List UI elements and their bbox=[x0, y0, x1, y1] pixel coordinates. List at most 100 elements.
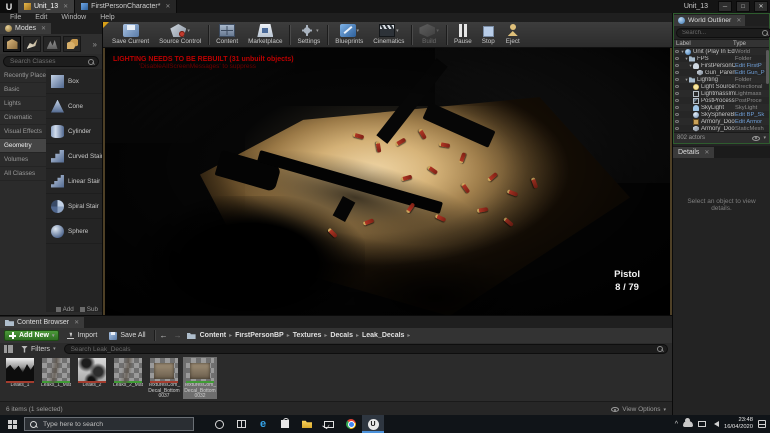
outliner-row-lightmassimpo[interactable]: LightmassImpoLightmass bbox=[674, 90, 769, 97]
back-button[interactable]: ← bbox=[159, 331, 169, 340]
path-picker-icon[interactable] bbox=[186, 333, 196, 339]
outliner-row-lighting[interactable]: ▾ Lighting Folder bbox=[674, 76, 769, 83]
modes-search-box[interactable] bbox=[3, 56, 99, 67]
taskbar-app-file-explorer[interactable] bbox=[296, 415, 318, 433]
tab-content-browser[interactable]: Content Browser ✕ bbox=[0, 317, 85, 328]
modes-category-visual-effects[interactable]: Visual Effects bbox=[0, 125, 46, 139]
hidden-icons-chevron[interactable]: ^ bbox=[675, 421, 678, 428]
close-button[interactable]: ✕ bbox=[754, 1, 768, 12]
maximize-button[interactable]: □ bbox=[736, 1, 750, 12]
taskbar-search-box[interactable] bbox=[24, 417, 194, 431]
landscape-mode-button[interactable] bbox=[43, 36, 61, 52]
tab-world-outliner[interactable]: World Outliner ✕ bbox=[674, 15, 746, 26]
add-new-button[interactable]: Add New ▾ bbox=[4, 330, 60, 341]
visibility-eye-icon[interactable] bbox=[675, 106, 679, 109]
eject-button[interactable]: Eject bbox=[500, 23, 526, 46]
taskbar-app-chrome[interactable] bbox=[340, 415, 362, 433]
breadcrumb-decals[interactable]: Decals bbox=[330, 332, 353, 339]
outliner-row-skylight[interactable]: SkyLight SkyLight bbox=[674, 104, 769, 111]
blueprints-button[interactable]: ▾ Blueprints bbox=[330, 23, 368, 46]
breadcrumb-textures[interactable]: Textures bbox=[293, 332, 322, 339]
marketplace-button[interactable]: Marketplace bbox=[243, 23, 287, 46]
filters-button[interactable]: Filters ▾ bbox=[17, 345, 60, 354]
close-tab-icon[interactable]: ✕ bbox=[63, 3, 68, 10]
import-button[interactable]: Import bbox=[63, 331, 101, 340]
close-tab-icon[interactable]: ✕ bbox=[41, 25, 46, 32]
breadcrumb-leak_decals[interactable]: Leak_Decals bbox=[362, 332, 404, 339]
taskbar-app-unreal[interactable]: U bbox=[362, 415, 384, 433]
placeable-item-cylinder[interactable]: Cylinder bbox=[46, 119, 102, 144]
close-tab-icon[interactable]: ✕ bbox=[74, 319, 79, 326]
placeable-item-cone[interactable]: Cone bbox=[46, 94, 102, 119]
type-column-header[interactable]: Type bbox=[733, 41, 767, 47]
outliner-search-input[interactable] bbox=[680, 28, 762, 37]
visibility-eye-icon[interactable] bbox=[675, 92, 679, 95]
forward-button[interactable]: → bbox=[173, 331, 183, 340]
taskbar-app-store[interactable] bbox=[274, 415, 296, 433]
outliner-row-armory-door-upc[interactable]: Armory_Door_UpcStaticMesh bbox=[674, 125, 769, 132]
breadcrumb-firstpersonbp[interactable]: FirstPersonBP bbox=[235, 332, 284, 339]
foliage-mode-button[interactable] bbox=[63, 36, 81, 52]
expander-icon[interactable]: ▾ bbox=[684, 77, 689, 83]
close-tab-icon[interactable]: ✕ bbox=[736, 17, 741, 24]
visibility-eye-icon[interactable] bbox=[675, 85, 679, 88]
menu-item-window[interactable]: Window bbox=[55, 14, 92, 21]
outliner-view-options-button[interactable]: ▾ bbox=[752, 135, 766, 141]
modes-category-all-classes[interactable]: All Classes bbox=[0, 167, 46, 181]
content-button[interactable]: Content bbox=[211, 23, 243, 46]
modes-category-geometry[interactable]: Geometry bbox=[0, 139, 46, 153]
action-center-icon[interactable] bbox=[758, 420, 766, 428]
visibility-eye-icon[interactable] bbox=[675, 78, 679, 81]
content-browser-search-box[interactable] bbox=[63, 344, 668, 354]
place-mode-button[interactable] bbox=[3, 36, 21, 52]
source-control-button[interactable]: ▾ Source Control bbox=[154, 23, 206, 46]
outliner-row-firstpersoncha[interactable]: ▾FirstPersonChaEdit FirstP bbox=[674, 62, 769, 69]
modes-category-recently-placed[interactable]: Recently Placed bbox=[0, 69, 46, 83]
expander-icon[interactable]: ▾ bbox=[684, 56, 689, 62]
save-all-button[interactable]: Save All bbox=[105, 331, 149, 341]
volume-icon[interactable] bbox=[711, 421, 719, 427]
content-browser-search-input[interactable] bbox=[68, 344, 657, 354]
visibility-eye-icon[interactable] bbox=[675, 71, 679, 74]
taskbar-clock[interactable]: 23:48 16/04/2020 bbox=[724, 417, 753, 431]
outliner-row-unit-play-in-editor-[interactable]: ▾Unit (Play In Editor)World bbox=[674, 48, 769, 55]
tab-level-unit13[interactable]: Unit_13 ✕ bbox=[18, 0, 76, 13]
placeable-item-sphere[interactable]: Sphere bbox=[46, 219, 102, 244]
placeable-item-linear-stair[interactable]: Linear Stair bbox=[46, 169, 102, 194]
brush-add-option[interactable]: Add bbox=[56, 306, 74, 313]
stop-button[interactable]: Stop bbox=[477, 24, 500, 46]
asset-item-texturescom_decal_bottom0032[interactable]: TexturesCom_Decal_Bottom0032 bbox=[183, 357, 217, 399]
outliner-row-postprocessvo[interactable]: PostProcessVoPostProce bbox=[674, 97, 769, 104]
view-options-button[interactable]: View Options ▾ bbox=[611, 406, 666, 413]
placeable-item-spiral-stair[interactable]: Spiral Stair bbox=[46, 194, 102, 219]
taskbar-app-task-view[interactable] bbox=[230, 415, 252, 433]
cinematics-button[interactable]: ▾ Cinematics bbox=[368, 23, 409, 46]
minimize-button[interactable]: ─ bbox=[718, 1, 732, 12]
onedrive-icon[interactable] bbox=[682, 418, 693, 427]
taskbar-app-edge[interactable]: e bbox=[252, 415, 274, 433]
overflow-chevron-icon[interactable]: » bbox=[93, 40, 99, 49]
asset-item-leaks_1[interactable]: Leaks_1 bbox=[3, 357, 37, 399]
visibility-eye-icon[interactable] bbox=[675, 113, 679, 116]
edit-asset-link[interactable]: Edit FirstP bbox=[735, 63, 769, 69]
modes-category-lights[interactable]: Lights bbox=[0, 97, 46, 111]
modes-category-volumes[interactable]: Volumes bbox=[0, 153, 46, 167]
sources-panel-toggle-icon[interactable] bbox=[4, 345, 13, 353]
placeable-item-curved-stair[interactable]: Curved Stair bbox=[46, 144, 102, 169]
asset-item-leaks_2[interactable]: Leaks_2 bbox=[75, 357, 109, 399]
menu-item-file[interactable]: File bbox=[4, 14, 27, 21]
tab-details[interactable]: Details ✕ bbox=[673, 147, 715, 158]
asset-item-texturescom_decal_bottom0037[interactable]: TexturesCom_Decal_Bottom0037 bbox=[147, 357, 181, 399]
visibility-eye-icon[interactable] bbox=[675, 120, 679, 123]
edit-asset-link[interactable]: Edit Armor bbox=[735, 119, 769, 125]
settings-button[interactable]: ▾ Settings bbox=[292, 23, 325, 46]
label-column-header[interactable]: Label bbox=[676, 41, 733, 47]
start-button[interactable] bbox=[0, 415, 24, 433]
modes-search-input[interactable] bbox=[8, 57, 88, 66]
asset-item-leaks_1_mat[interactable]: Leaks_1_Mat bbox=[39, 357, 73, 399]
outliner-search-box[interactable] bbox=[676, 27, 770, 38]
edit-asset-link[interactable]: Edit BP_Sk bbox=[735, 112, 769, 118]
taskbar-app-mail[interactable] bbox=[318, 415, 340, 433]
outliner-row-fps[interactable]: ▾ FPS Folder bbox=[674, 55, 769, 62]
asset-item-leaks_2_mat[interactable]: Leaks_2_Mat bbox=[111, 357, 145, 399]
